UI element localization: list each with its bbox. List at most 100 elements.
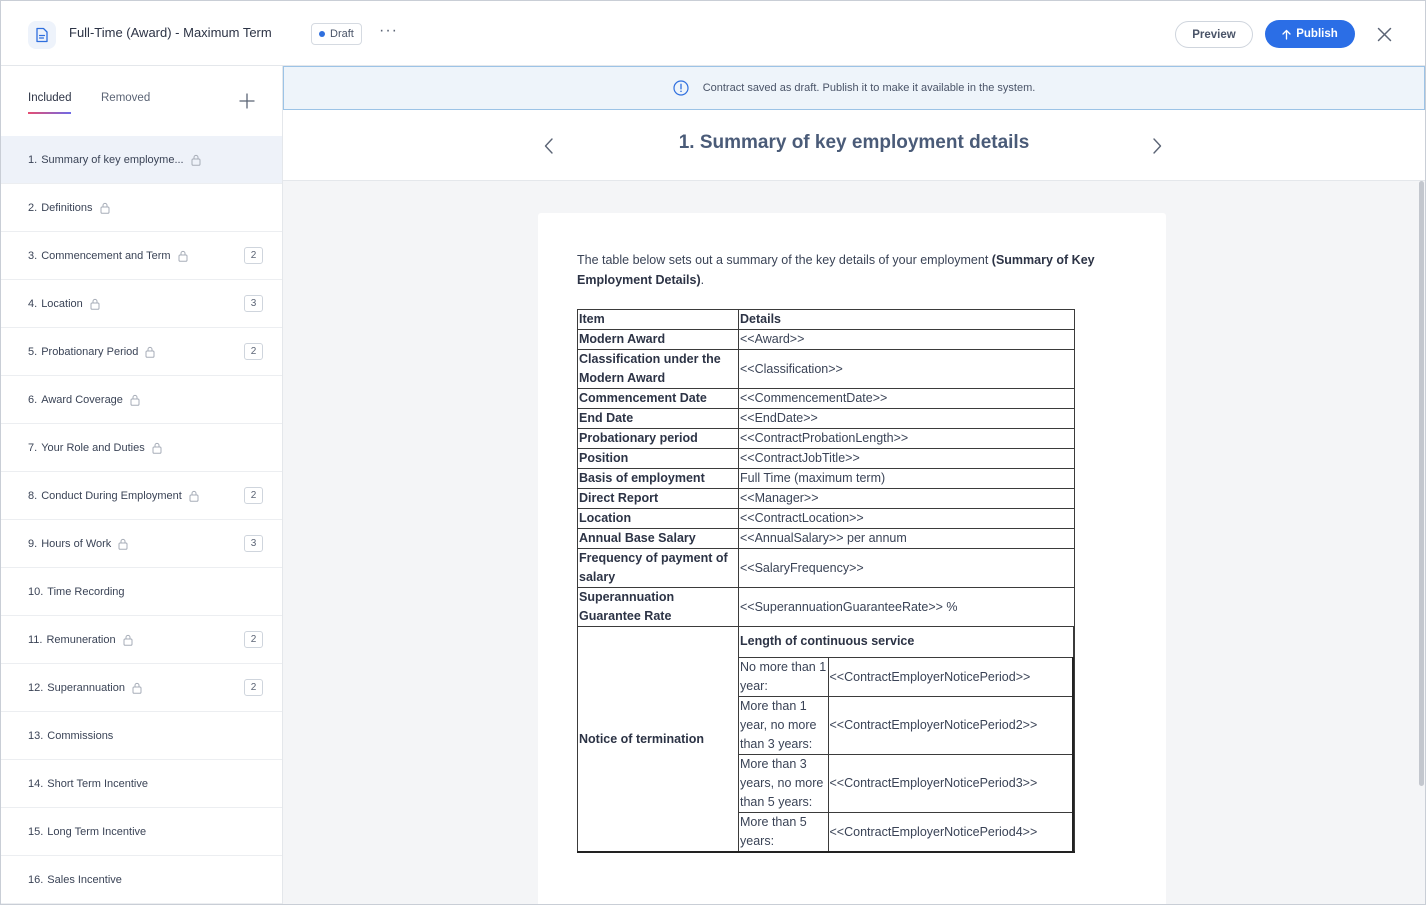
notice-of-termination-label: Notice of termination	[577, 626, 739, 853]
sidebar-item-label: Time Recording	[47, 585, 125, 598]
intro-text: The table below sets out a summary of th…	[577, 253, 992, 267]
table-details-cell: <<CommencementDate>>	[738, 388, 1075, 409]
chevron-right-icon[interactable]	[1149, 136, 1165, 156]
table-details-cell: <<ContractLocation>>	[738, 508, 1075, 529]
sidebar-item-number: 7.	[28, 441, 38, 454]
table-details-cell: <<Manager>>	[738, 488, 1075, 509]
sidebar-item-label: Probationary Period	[41, 345, 139, 358]
sidebar-item-count-badge: 2	[244, 487, 263, 504]
sidebar-item[interactable]: 5. Probationary Period 2	[1, 328, 282, 376]
sidebar-item-number: 16.	[28, 873, 44, 886]
sidebar-item[interactable]: 15. Long Term Incentive	[1, 808, 282, 856]
sidebar-item-number: 2.	[28, 201, 38, 214]
tab-removed[interactable]: Removed	[101, 92, 150, 112]
publish-button[interactable]: Publish	[1265, 20, 1355, 48]
sidebar-item[interactable]: 3. Commencement and Term 2	[1, 232, 282, 280]
table-row: Superannuation Guarantee Rate <<Superannu…	[577, 587, 1075, 627]
sidebar-item-number: 9.	[28, 537, 38, 550]
lock-icon	[130, 394, 140, 406]
table-item-cell: Location	[577, 508, 739, 529]
sidebar-item[interactable]: 16. Sales Incentive	[1, 856, 282, 904]
lock-icon	[178, 250, 188, 262]
sidebar-item-number: 8.	[28, 489, 38, 502]
lock-icon	[118, 538, 128, 550]
app-window: Full-Time (Award) - Maximum Term Draft ·…	[0, 0, 1426, 905]
sidebar-item[interactable]: 13. Commissions	[1, 712, 282, 760]
sidebar-item-count-badge: 2	[244, 343, 263, 360]
sidebar-item-label: Long Term Incentive	[47, 825, 147, 838]
notice-period-row: No more than 1 year: <<ContractEmployerNo…	[739, 657, 1074, 697]
table-header-row: Item Details	[577, 309, 1075, 330]
notice-periods-cell: Length of continuous service No more than…	[738, 626, 1075, 853]
sidebar-item-number: 13.	[28, 729, 44, 742]
table-row: Annual Base Salary <<AnnualSalary>> per a…	[577, 528, 1075, 549]
close-icon[interactable]	[1373, 23, 1395, 45]
status-badge: Draft	[311, 23, 362, 45]
table-details-cell: <<Classification>>	[738, 349, 1075, 389]
sidebar-item-label: Short Term Incentive	[47, 777, 148, 790]
sidebar-item-label: Summary of key employme...	[41, 153, 184, 166]
sidebar-item[interactable]: 12. Superannuation 2	[1, 664, 282, 712]
add-section-icon[interactable]	[238, 92, 256, 110]
sidebar-item-number: 11.	[28, 633, 43, 646]
content-scrollbar[interactable]	[1419, 181, 1424, 786]
table-row: Commencement Date <<CommencementDate>>	[577, 388, 1075, 409]
table-item-cell: Frequency of payment of salary	[577, 548, 739, 588]
sidebar-item[interactable]: 2. Definitions	[1, 184, 282, 232]
sidebar-item-number: 14.	[28, 777, 44, 790]
table-item-cell: Superannuation Guarantee Rate	[577, 587, 739, 627]
sidebar-item[interactable]: 11. Remuneration 2	[1, 616, 282, 664]
tab-included[interactable]: Included	[28, 92, 72, 114]
sidebar-item-number: 5.	[28, 345, 38, 358]
info-icon	[673, 80, 689, 96]
sidebar-item[interactable]: 10. Time Recording	[1, 568, 282, 616]
lock-icon	[189, 490, 199, 502]
table-row: Location <<ContractLocation>>	[577, 508, 1075, 529]
sidebar-item-number: 10.	[28, 585, 44, 598]
sidebar-item-count-badge: 3	[244, 535, 263, 552]
table-row-notice: Notice of termination Length of continuou…	[577, 626, 1075, 853]
table-item-cell: Probationary period	[577, 428, 739, 449]
notice-period-cell: <<ContractEmployerNoticePeriod2>>	[827, 696, 1074, 755]
table-item-cell: Position	[577, 448, 739, 469]
lock-icon	[100, 202, 110, 214]
sidebar-item[interactable]: 14. Short Term Incentive	[1, 760, 282, 808]
sidebar-item[interactable]: 4. Location 3	[1, 280, 282, 328]
table-details-cell: <<EndDate>>	[738, 408, 1075, 429]
table-row: Basis of employment Full Time (maximum te…	[577, 468, 1075, 489]
sidebar-item[interactable]: 6. Award Coverage	[1, 376, 282, 424]
service-length-cell: More than 5 years:	[739, 812, 829, 851]
sidebar-item-label: Definitions	[41, 201, 93, 214]
sidebar-item-count-badge: 2	[244, 631, 263, 648]
service-length-cell: No more than 1 year:	[739, 657, 829, 697]
table-details-cell: <<Award>>	[738, 329, 1075, 350]
table-item-cell: Classification under the Modern Award	[577, 349, 739, 389]
service-length-cell: More than 1 year, no more than 3 years:	[739, 696, 829, 755]
sidebar-item[interactable]: 9. Hours of Work 3	[1, 520, 282, 568]
banner-text: Contract saved as draft. Publish it to m…	[702, 82, 1036, 94]
service-length-cell: More than 3 years, no more than 5 years:	[739, 754, 829, 813]
status-dot-icon	[319, 31, 325, 37]
table-header-item: Item	[577, 309, 739, 330]
lock-icon	[152, 442, 162, 454]
sidebar-item-count-badge: 3	[244, 295, 263, 312]
table-item-cell: Basis of employment	[577, 468, 739, 489]
preview-button[interactable]: Preview	[1175, 21, 1253, 48]
table-item-cell: Annual Base Salary	[577, 528, 739, 549]
main-content: Contract saved as draft. Publish it to m…	[283, 66, 1425, 904]
table-item-cell: Direct Report	[577, 488, 739, 509]
table-details-cell: Full Time (maximum term)	[738, 468, 1075, 489]
table-details-cell: <<SalaryFrequency>>	[738, 548, 1075, 588]
document-card: The table below sets out a summary of th…	[538, 213, 1166, 904]
sidebar-item-label: Award Coverage	[41, 393, 123, 406]
contract-title: Full-Time (Award) - Maximum Term	[69, 25, 272, 40]
table-item-cell: Modern Award	[577, 329, 739, 350]
sidebar-item[interactable]: 1. Summary of key employme...	[1, 136, 282, 184]
sidebar-item-count-badge: 2	[244, 679, 263, 696]
notice-subheader-row: Length of continuous service	[739, 627, 1074, 658]
sidebar-item[interactable]: 8. Conduct During Employment 2	[1, 472, 282, 520]
intro-end: .	[700, 273, 705, 287]
sidebar-item[interactable]: 7. Your Role and Duties	[1, 424, 282, 472]
more-options-icon[interactable]: ···	[379, 22, 398, 40]
table-details-cell: <<ContractJobTitle>>	[738, 448, 1075, 469]
